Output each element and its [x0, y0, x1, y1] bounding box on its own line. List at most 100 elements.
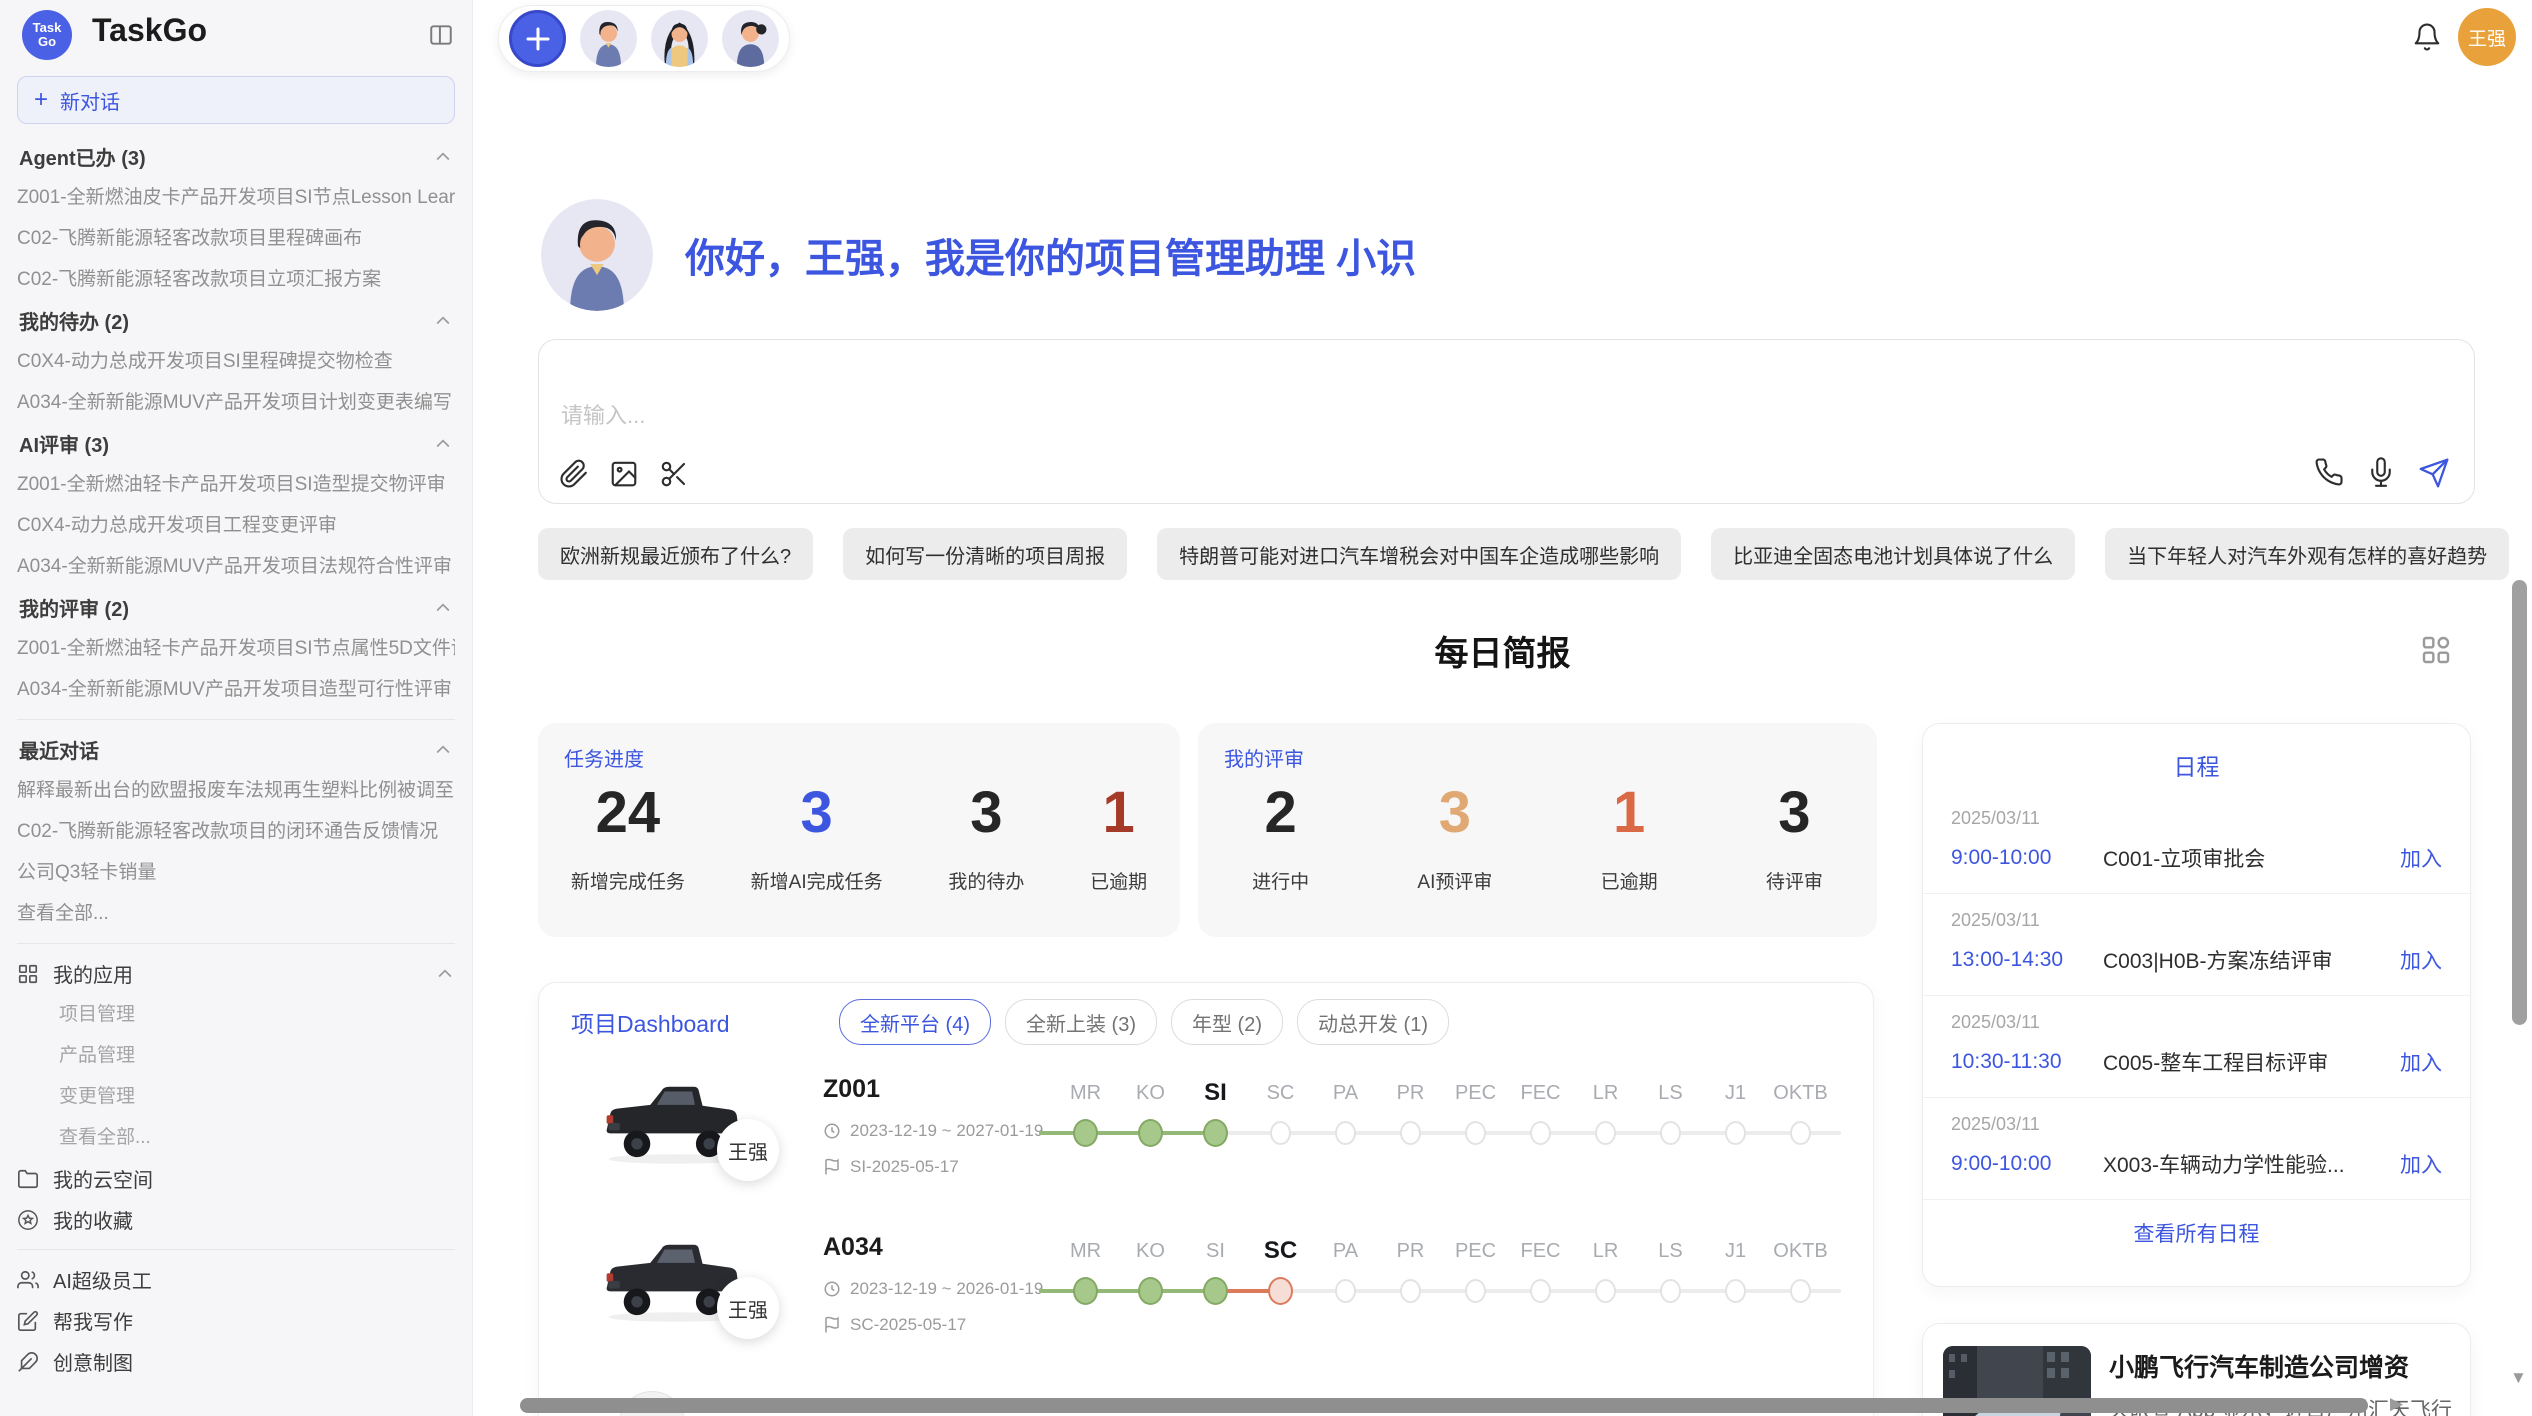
milestone-dot[interactable]: [1335, 1121, 1356, 1145]
join-button[interactable]: 加入: [2400, 1149, 2442, 1179]
milestone-dot[interactable]: [1268, 1277, 1293, 1305]
milestone-dot[interactable]: [1335, 1279, 1356, 1303]
milestone-dot[interactable]: [1465, 1279, 1486, 1303]
scissors-icon[interactable]: [659, 459, 689, 489]
card-title: 任务进度: [564, 743, 644, 772]
suggestion-chip[interactable]: 如何写一份清晰的项目周报: [843, 528, 1127, 580]
milestone-dot[interactable]: [1790, 1121, 1811, 1145]
milestone-dot[interactable]: [1400, 1121, 1421, 1145]
app-sub-item[interactable]: 变更管理: [17, 1076, 455, 1117]
apps-view-all[interactable]: 查看全部...: [17, 1117, 455, 1158]
sidebar-item[interactable]: C02-飞腾新能源轻客改款项目立项汇报方案: [17, 259, 455, 300]
milestone-dot[interactable]: [1138, 1119, 1163, 1147]
recent-chat-item[interactable]: 公司Q3轻卡销量: [17, 852, 455, 893]
sidebar-group-header[interactable]: 我的待办 (2): [17, 300, 455, 341]
sidebar-group-title: Agent已办 (3): [19, 142, 146, 171]
dashboard-filter-pill[interactable]: 年型 (2): [1171, 999, 1283, 1045]
sidebar-item[interactable]: C0X4-动力总成开发项目SI里程碑提交物检查: [17, 341, 455, 382]
dashboard-filter-pill[interactable]: 动总开发 (1): [1297, 999, 1449, 1045]
avatar[interactable]: [580, 10, 637, 67]
add-session-button[interactable]: [509, 10, 566, 67]
sidebar-item[interactable]: Z001-全新燃油轻卡产品开发项目SI节点属性5D文件评审: [17, 628, 455, 669]
recent-chat-item[interactable]: 解释最新出台的欧盟报废车法规再生塑料比例被调至15%...: [17, 770, 455, 811]
milestone-dot[interactable]: [1203, 1277, 1228, 1305]
milestone-dot[interactable]: [1660, 1279, 1681, 1303]
milestone-dot[interactable]: [1138, 1277, 1163, 1305]
chat-input-placeholder: 请输入...: [561, 398, 645, 430]
user-avatar[interactable]: 王强: [2458, 8, 2516, 66]
ai-employee-label: AI超级员工: [53, 1265, 152, 1294]
milestone-dot[interactable]: [1073, 1277, 1098, 1305]
recent-chats-header[interactable]: 最近对话: [17, 729, 455, 770]
app-sub-item[interactable]: 产品管理: [17, 1035, 455, 1076]
milestone-label: PA: [1313, 1082, 1378, 1105]
milestone-dot[interactable]: [1530, 1121, 1551, 1145]
sidebar-item[interactable]: A034-全新新能源MUV产品开发项目法规符合性评审: [17, 546, 455, 587]
milestone-dot[interactable]: [1530, 1279, 1551, 1303]
project-row[interactable]: 王强 A034 2023-12-19 ~ 2026-01-19 SC-2025-…: [539, 1225, 1873, 1383]
view-all-schedule-link[interactable]: 查看所有日程: [1923, 1200, 2470, 1248]
sidebar-item[interactable]: C0X4-动力总成开发项目工程变更评审: [17, 505, 455, 546]
milestone-dot[interactable]: [1595, 1279, 1616, 1303]
sidebar-item-help-write[interactable]: 帮我写作: [17, 1300, 455, 1341]
milestone-dot[interactable]: [1790, 1279, 1811, 1303]
chat-input-card[interactable]: 请输入...: [538, 339, 2475, 504]
dashboard-filter-pill[interactable]: 全新上装 (3): [1005, 999, 1157, 1045]
avatar[interactable]: [651, 10, 708, 67]
project-row[interactable]: 王强 Z001 2023-12-19 ~ 2027-01-19 SI-2025-…: [539, 1067, 1873, 1225]
sidebar-collapse-icon[interactable]: [428, 22, 454, 48]
sidebar-item[interactable]: Z001-全新燃油轻卡产品开发项目SI造型提交物评审: [17, 464, 455, 505]
attach-icon[interactable]: [559, 459, 589, 489]
my-apps-header[interactable]: 我的应用: [17, 953, 455, 994]
plus-icon: +: [34, 88, 48, 112]
schedule-name: X003-车辆动力学性能验...: [2103, 1149, 2400, 1179]
milestone-dot[interactable]: [1660, 1121, 1681, 1145]
sidebar-item[interactable]: Z001-全新燃油皮卡产品开发项目SI节点Lesson Learn报告: [17, 177, 455, 218]
milestone-dot[interactable]: [1465, 1121, 1486, 1145]
sidebar-item[interactable]: C02-飞腾新能源轻客改款项目里程碑画布: [17, 218, 455, 259]
milestone-cell: [1183, 1269, 1248, 1313]
new-chat-button[interactable]: + 新对话: [17, 76, 455, 124]
milestone-label: LS: [1638, 1240, 1703, 1263]
avatar[interactable]: [722, 10, 779, 67]
send-icon[interactable]: [2418, 457, 2450, 489]
horizontal-scrollbar-thumb[interactable]: [520, 1398, 2368, 1413]
sidebar-item-cloud-space[interactable]: 我的云空间: [17, 1158, 455, 1199]
milestone-dot[interactable]: [1400, 1279, 1421, 1303]
join-button[interactable]: 加入: [2400, 843, 2442, 873]
sidebar-item[interactable]: A034-全新新能源MUV产品开发项目造型可行性评审: [17, 669, 455, 710]
sidebar-item-favorites[interactable]: 我的收藏: [17, 1199, 455, 1240]
suggestion-chip[interactable]: 当下年轻人对汽车外观有怎样的喜好趋势: [2105, 528, 2509, 580]
suggestion-chip[interactable]: 欧洲新规最近颁布了什么?: [538, 528, 813, 580]
milestone-dot[interactable]: [1203, 1119, 1228, 1147]
scroll-down-arrow[interactable]: ▼: [2510, 1368, 2527, 1388]
suggestion-chip[interactable]: 比亚迪全固态电池计划具体说了什么: [1711, 528, 2075, 580]
milestone-dot[interactable]: [1270, 1121, 1291, 1145]
milestone-cell: [1248, 1111, 1313, 1155]
suggestion-chip[interactable]: 特朗普可能对进口汽车增税会对中国车企造成哪些影响: [1157, 528, 1681, 580]
milestone-dot[interactable]: [1073, 1119, 1098, 1147]
milestone-dot[interactable]: [1725, 1121, 1746, 1145]
sidebar-group-header[interactable]: Agent已办 (3): [17, 136, 455, 177]
sidebar-item-creative-draw[interactable]: 创意制图: [17, 1341, 455, 1382]
join-button[interactable]: 加入: [2400, 945, 2442, 975]
app-sub-item[interactable]: 项目管理: [17, 994, 455, 1035]
milestone-dot[interactable]: [1725, 1279, 1746, 1303]
notification-bell-icon[interactable]: [2412, 22, 2442, 52]
vertical-scrollbar-thumb[interactable]: [2512, 580, 2527, 1025]
join-button[interactable]: 加入: [2400, 1047, 2442, 1077]
mic-icon[interactable]: [2366, 457, 2396, 487]
scroll-right-arrow[interactable]: ▶: [2390, 1394, 2403, 1414]
image-icon[interactable]: [609, 459, 639, 489]
phone-icon[interactable]: [2314, 457, 2344, 487]
sidebar-group-header[interactable]: AI评审 (3): [17, 423, 455, 464]
sidebar-group-header[interactable]: 我的评审 (2): [17, 587, 455, 628]
layout-grid-icon[interactable]: [2420, 634, 2452, 666]
sidebar-item-ai-employee[interactable]: AI超级员工: [17, 1259, 455, 1300]
sidebar-item[interactable]: A034-全新新能源MUV产品开发项目计划变更表编写: [17, 382, 455, 423]
recent-chat-item[interactable]: C02-飞腾新能源轻客改款项目的闭环通告反馈情况: [17, 811, 455, 852]
dashboard-filter-pill[interactable]: 全新平台 (4): [839, 999, 991, 1045]
favorites-label: 我的收藏: [53, 1205, 133, 1234]
recent-view-all[interactable]: 查看全部...: [17, 893, 455, 934]
milestone-dot[interactable]: [1595, 1121, 1616, 1145]
